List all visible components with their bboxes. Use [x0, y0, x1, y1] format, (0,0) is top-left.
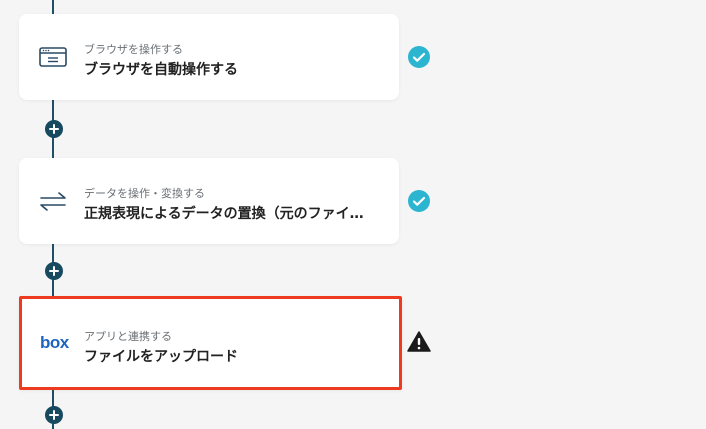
- browser-window-icon: [39, 47, 67, 67]
- check-circle-icon: [408, 46, 430, 68]
- step-title: ファイルをアップロード: [84, 349, 238, 365]
- check-circle-icon: [408, 190, 430, 212]
- add-step-button[interactable]: [45, 120, 63, 138]
- add-step-button[interactable]: [45, 262, 63, 280]
- add-step-button[interactable]: [45, 406, 63, 424]
- step-subtitle: データを操作・変換する: [84, 187, 205, 200]
- plus-icon: [49, 124, 59, 134]
- swap-arrows-icon: [40, 192, 66, 211]
- flow-step-card-box-upload[interactable]: box アプリと連携する ファイルをアップロード: [19, 296, 402, 390]
- box-logo: box: [40, 333, 69, 352]
- plus-icon: [49, 410, 59, 420]
- flow-step-card-browser[interactable]: ブラウザを操作する ブラウザを自動操作する: [19, 14, 399, 100]
- plus-icon: [49, 266, 59, 276]
- flow-step-card-data-transform[interactable]: データを操作・変換する 正規表現によるデータの置換（元のファイ…: [19, 158, 399, 244]
- step-subtitle: ブラウザを操作する: [84, 43, 183, 56]
- warning-icon: [407, 331, 431, 352]
- step-title: ブラウザを自動操作する: [84, 62, 238, 78]
- step-title: 正規表現によるデータの置換（元のファイ…: [84, 206, 364, 222]
- flow-connector: [52, 0, 54, 14]
- step-subtitle: アプリと連携する: [84, 330, 172, 343]
